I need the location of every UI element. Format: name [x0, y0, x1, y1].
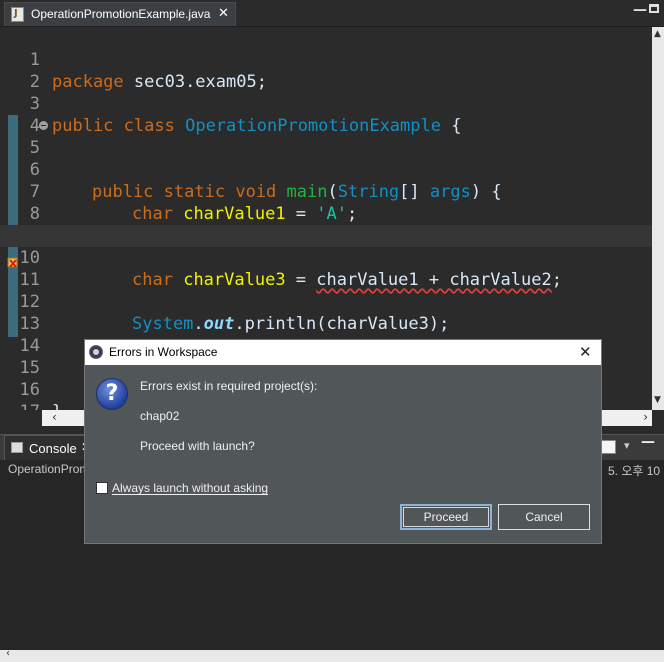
- code-line: 3 public class OperationPromotionExample…: [0, 71, 652, 136]
- editor-tab-strip: OperationPromotionExample.java ✕ —: [0, 0, 664, 27]
- code-line: 13: [0, 291, 652, 334]
- code-line: 2: [0, 49, 652, 92]
- new-console-icon[interactable]: [600, 440, 616, 454]
- line-number: 17: [10, 401, 40, 410]
- java-file-icon: [11, 7, 24, 22]
- project-name: chap02: [140, 409, 180, 423]
- question-icon: ?: [96, 378, 128, 410]
- editor-tab-title: OperationPromotionExample.java: [31, 7, 211, 21]
- dialog-title-bar: Errors in Workspace ✕: [85, 340, 601, 365]
- editor-vertical-scrollbar[interactable]: ▲ ▼: [652, 27, 664, 410]
- scrollbar-corner: [0, 410, 42, 426]
- dialog-message: Errors exist in required project(s):: [140, 379, 318, 393]
- minimize-icon[interactable]: —: [641, 434, 655, 450]
- console-tab[interactable]: Console ✕: [4, 435, 91, 461]
- fold-toggle-icon[interactable]: [39, 121, 48, 130]
- dialog-title: Errors in Workspace: [109, 345, 218, 359]
- scroll-right-icon[interactable]: ›: [643, 410, 648, 424]
- dialog-question: Proceed with launch?: [140, 439, 255, 453]
- error-marker-icon[interactable]: [7, 257, 19, 269]
- console-process-name: OperationProm: [8, 462, 90, 476]
- code-line: 1 package sec03.exam05;: [0, 27, 652, 92]
- errors-in-workspace-dialog: Errors in Workspace ✕ ? Errors exist in …: [85, 340, 601, 543]
- code-line: 11: [0, 247, 652, 290]
- console-tab-label: Console: [29, 441, 77, 456]
- minimize-icon[interactable]: —: [633, 2, 647, 18]
- scroll-down-icon[interactable]: ▼: [654, 395, 661, 405]
- scroll-up-icon[interactable]: ▲: [654, 29, 661, 39]
- scroll-left-icon[interactable]: ‹: [6, 648, 10, 659]
- code-line: 14 }: [0, 313, 652, 378]
- code-line: 8 char charValue2 = 1;: [0, 181, 652, 246]
- editor-tab[interactable]: OperationPromotionExample.java ✕: [4, 2, 236, 26]
- console-horizontal-scrollbar[interactable]: ‹: [0, 648, 664, 662]
- proceed-button[interactable]: Proceed: [400, 504, 492, 530]
- code-line: 12 System.out.println(charValue3);: [0, 269, 652, 334]
- maximize-icon[interactable]: [649, 4, 659, 13]
- code-line: 4: [0, 93, 652, 136]
- code-line: 5 public static void main(String[] args)…: [0, 115, 652, 202]
- scroll-left-icon[interactable]: ‹: [52, 410, 57, 424]
- console-process-time: 5. 오후 10: [608, 464, 661, 478]
- scrollbar-corner: [652, 410, 664, 426]
- close-icon[interactable]: ✕: [579, 343, 592, 361]
- current-code-line: 10 char charValue3 = charValue1 + charVa…: [0, 225, 652, 290]
- chevron-down-icon[interactable]: ▾: [624, 439, 630, 452]
- always-launch-checkbox[interactable]: [96, 482, 108, 494]
- cancel-button[interactable]: Cancel: [498, 504, 590, 530]
- code-line: 9: [0, 203, 652, 246]
- console-icon: [11, 442, 23, 453]
- code-line: 6: [0, 137, 652, 180]
- eclipse-icon: [89, 345, 103, 359]
- code-line: 7 char charValue1 = 'A';: [0, 159, 652, 224]
- close-icon[interactable]: ✕: [218, 6, 229, 21]
- always-launch-label[interactable]: Always launch without asking: [112, 481, 268, 495]
